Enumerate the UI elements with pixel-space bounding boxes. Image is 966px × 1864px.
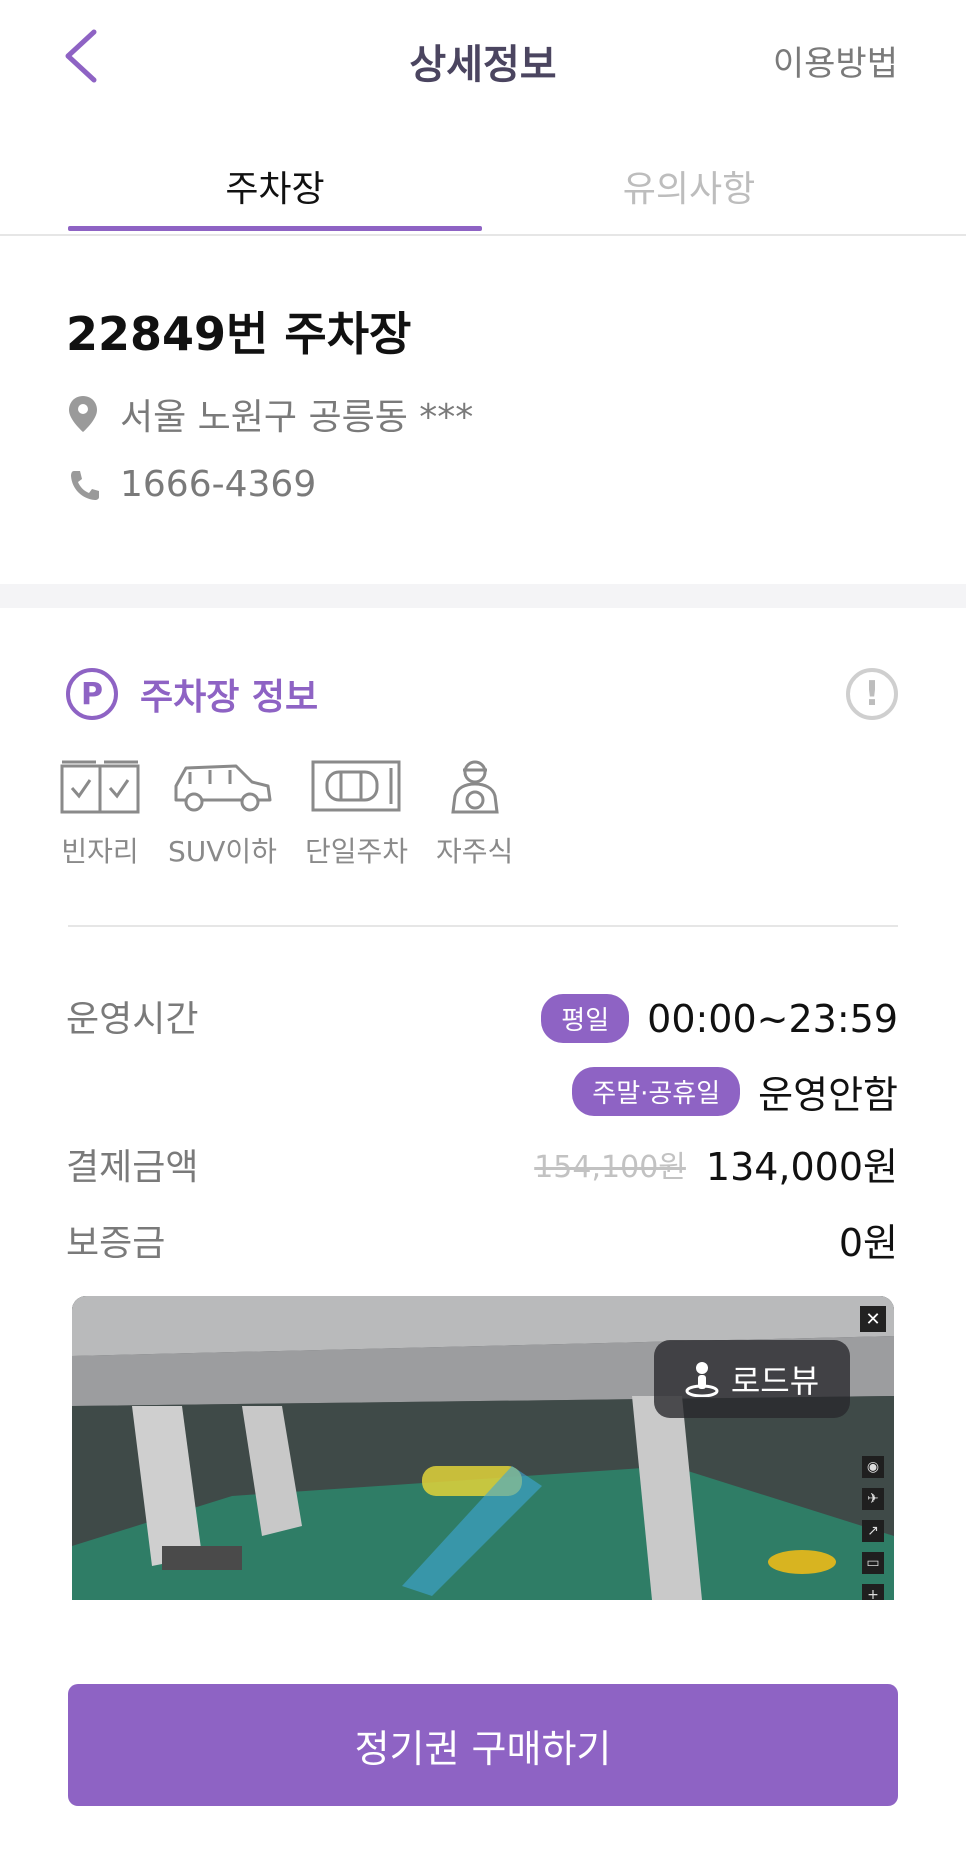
feature-label: 빈자리 xyxy=(61,835,139,868)
divider xyxy=(68,925,898,927)
location-pin-icon xyxy=(69,396,97,432)
address-row: 서울 노원구 공릉동 *** xyxy=(66,388,473,440)
weekday-hours: 00:00~23:59 xyxy=(647,996,898,1041)
parking-badge-icon: P xyxy=(66,668,118,720)
lot-name: 22849번 주차장 xyxy=(66,307,412,361)
phone-row[interactable]: 1666-4369 xyxy=(66,464,316,505)
usage-guide-link[interactable]: 이용방법 xyxy=(773,36,898,85)
single-parking-icon xyxy=(311,760,401,812)
roadview-button[interactable]: 로드뷰 xyxy=(654,1340,850,1418)
original-price: 154,100원 xyxy=(534,1149,686,1185)
feature-label: 자주식 xyxy=(436,835,514,868)
suv-icon xyxy=(174,764,272,812)
phone-icon xyxy=(71,470,99,500)
zoom-in-icon[interactable]: + xyxy=(862,1584,884,1600)
weekend-hours: 운영안함 xyxy=(758,1073,898,1117)
section-title: 주차장 정보 xyxy=(140,677,319,718)
camera-icon[interactable]: ▭ xyxy=(862,1552,884,1574)
airplane-icon[interactable]: ✈ xyxy=(862,1488,884,1510)
weekend-hours-row: 주말·공휴일 운영안함 xyxy=(572,1064,898,1119)
weekend-badge: 주말·공휴일 xyxy=(572,1067,741,1116)
hours-label: 운영시간 xyxy=(66,999,199,1040)
vacancy-icon xyxy=(60,760,140,814)
section-heading: P 주차장 정보 xyxy=(66,668,318,720)
active-tab-indicator xyxy=(68,226,482,231)
deposit-row: 0원 xyxy=(839,1212,898,1267)
person-pin-icon xyxy=(685,1362,719,1397)
feature-suv: SUV이하 xyxy=(168,756,277,870)
self-parking-icon xyxy=(450,760,499,814)
compass-icon[interactable]: ◉ xyxy=(862,1456,884,1478)
roadview-toolbar: ◉ ✈ ↗ ▭ + xyxy=(862,1456,884,1600)
info-alert-icon[interactable]: ! xyxy=(846,668,898,720)
phone-number[interactable]: 1666-4369 xyxy=(120,464,316,505)
feature-vacancy: 빈자리 xyxy=(60,756,140,870)
weekday-badge: 평일 xyxy=(541,994,630,1043)
price: 134,000원 xyxy=(705,1145,898,1189)
buy-pass-button[interactable]: 정기권 구매하기 xyxy=(68,1684,898,1806)
feature-list: 빈자리 SUV이하 단일주차 자주식 xyxy=(60,756,541,870)
tab-parking-lot[interactable]: 주차장 xyxy=(68,160,482,212)
header: 상세정보 이용방법 xyxy=(0,0,966,120)
payment-label: 결제금액 xyxy=(66,1147,199,1188)
roadview-label: 로드뷰 xyxy=(730,1362,820,1400)
tab-bar: 주차장 유의사항 xyxy=(0,140,966,236)
roadview-close-icon[interactable]: ✕ xyxy=(860,1306,886,1332)
roadview-panel[interactable]: 로드뷰 ✕ ◉ ✈ ↗ ▭ + xyxy=(72,1296,894,1600)
feature-self-parking: 자주식 xyxy=(436,756,513,870)
deposit-label: 보증금 xyxy=(66,1223,166,1264)
address-text: 서울 노원구 공릉동 *** xyxy=(120,397,474,438)
share-icon[interactable]: ↗ xyxy=(862,1520,884,1542)
feature-label: 단일주차 xyxy=(304,835,408,868)
feature-label: SUV이하 xyxy=(168,835,277,868)
tab-notices[interactable]: 유의사항 xyxy=(482,160,896,212)
weekday-hours-row: 평일 00:00~23:59 xyxy=(541,994,898,1043)
payment-row: 154,100원 134,000원 xyxy=(534,1136,898,1191)
section-divider xyxy=(0,584,966,608)
deposit-value: 0원 xyxy=(838,1221,898,1265)
feature-single-parking: 단일주차 xyxy=(305,756,408,870)
